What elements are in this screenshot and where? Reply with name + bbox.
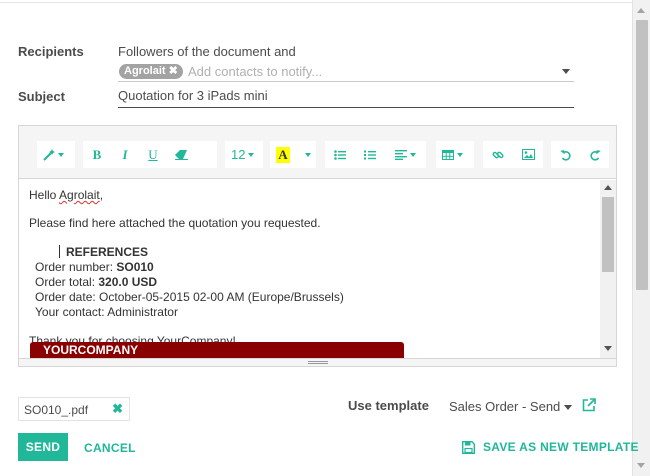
scrollbar-thumb[interactable] (636, 20, 648, 290)
contact-name: Administrator (107, 305, 178, 319)
table-button[interactable] (436, 141, 469, 168)
chevron-down-icon[interactable] (562, 69, 570, 74)
paragraph-align-icon (394, 149, 407, 160)
style-group (36, 140, 76, 169)
send-button[interactable]: SEND (18, 433, 68, 461)
order-date-line: Order date: October-05-2015 02-00 AM (Eu… (35, 290, 589, 305)
greeting-name: Agrolait (59, 188, 100, 202)
text-color-icon: A (276, 146, 290, 163)
intro-line: Please find here attached the quotation … (29, 216, 321, 230)
bold-button[interactable]: B (83, 141, 111, 168)
chevron-down-icon[interactable] (564, 405, 572, 410)
template-select[interactable]: Sales Order - Send (449, 399, 560, 414)
scroll-up-icon[interactable] (604, 185, 612, 190)
recipients-description: Followers of the document and (118, 44, 296, 59)
undo-icon (559, 149, 571, 161)
editor-resize-handle[interactable] (19, 358, 616, 366)
greeting-prefix: Hello (29, 188, 60, 202)
grip-icon (308, 361, 328, 364)
scroll-up-icon[interactable] (637, 8, 645, 13)
undo-button[interactable] (551, 141, 580, 168)
contact-line: Your contact: Administrator (35, 305, 589, 320)
table-icon (442, 149, 454, 160)
font-group: B I U (82, 140, 218, 169)
text-cursor (59, 245, 60, 258)
picture-icon (521, 149, 535, 160)
contact-label: Your contact: (35, 305, 108, 319)
font-size-select[interactable]: 12 (225, 141, 260, 168)
magic-wand-button[interactable] (37, 141, 70, 168)
save-as-template-label: SAVE AS NEW TEMPLATE (483, 440, 639, 454)
magic-wand-icon (43, 148, 55, 161)
font-size-value: 12 (231, 147, 246, 162)
chevron-down-icon (409, 152, 416, 157)
order-number-label: Order number: (35, 260, 117, 274)
color-dropdown[interactable] (296, 141, 316, 168)
paragraph-align-button[interactable] (385, 141, 425, 168)
order-number: SO010 (116, 260, 154, 274)
link-button[interactable] (483, 141, 513, 168)
references-heading: REFERENCES (59, 245, 589, 260)
order-number-line: Order number: SO010 (35, 260, 589, 275)
recipient-tag: Agrolait ✖ (119, 64, 183, 79)
unordered-list-icon (334, 149, 346, 160)
dialog-scrollbar[interactable] (632, 0, 650, 476)
link-icon (492, 151, 504, 158)
subject-label: Subject (18, 89, 65, 104)
html-editor[interactable]: B I U 12 A Hello Agrolait, Please find h… (18, 125, 617, 367)
order-total: 320.0 USD (98, 275, 158, 289)
editor-scrollbar[interactable] (600, 180, 616, 358)
order-date: October-05-2015 02-00 AM (Europe/Brussel… (99, 290, 344, 304)
cancel-button[interactable]: CANCEL (84, 441, 136, 455)
insert-group (482, 140, 544, 169)
chevron-down-icon (457, 152, 463, 157)
subject-input[interactable]: Quotation for 3 iPads mini (118, 88, 574, 108)
attachment-chip[interactable]: SO010_.pdf ✖ (18, 397, 130, 421)
ordered-list-icon (364, 150, 376, 159)
attachment-filename[interactable]: SO010_.pdf (24, 403, 88, 417)
ordered-list-button[interactable] (355, 141, 385, 168)
remove-tag-icon[interactable]: ✖ (169, 65, 178, 77)
dialog-top-border (0, 0, 632, 3)
editor-content[interactable]: Hello Agrolait, Please find here attache… (19, 180, 599, 358)
external-link-icon[interactable] (582, 398, 596, 412)
scroll-down-icon[interactable] (604, 346, 612, 351)
color-group: A (269, 140, 317, 169)
greeting-suffix: , (99, 188, 104, 202)
save-as-template-button[interactable]: SAVE AS NEW TEMPLATE (462, 440, 639, 454)
chevron-down-icon (248, 152, 255, 157)
text-color-button[interactable]: A (270, 141, 296, 168)
recipient-tag-label: Agrolait (124, 65, 166, 77)
greeting-line: Hello Agrolait, (29, 188, 589, 203)
underline-button[interactable]: U (139, 141, 167, 168)
recipients-label: Recipients (18, 44, 84, 59)
eraser-button[interactable] (167, 141, 195, 168)
remove-attachment-icon[interactable]: ✖ (112, 401, 123, 417)
references-title: REFERENCES (66, 245, 149, 259)
italic-button[interactable]: I (111, 141, 139, 168)
chevron-down-icon (304, 152, 311, 157)
company-banner: YOURCOMPANY (30, 342, 404, 358)
font-size-group: 12 (224, 140, 264, 169)
unordered-list-button[interactable] (325, 141, 355, 168)
contacts-input[interactable]: Add contacts to notify... (188, 64, 322, 79)
order-total-label: Order total: (35, 275, 99, 289)
order-total-line: Order total: 320.0 USD (35, 275, 589, 290)
paragraph-group (324, 140, 427, 169)
table-group (435, 140, 475, 169)
redo-button[interactable] (580, 141, 609, 168)
order-date-label: Order date: (35, 290, 100, 304)
scroll-down-icon[interactable] (637, 463, 645, 468)
floppy-disk-icon (462, 440, 475, 454)
chevron-down-icon (58, 152, 64, 157)
editor-scrollbar-thumb[interactable] (602, 197, 614, 272)
redo-icon (589, 149, 601, 161)
use-template-label: Use template (348, 398, 429, 413)
eraser-icon (174, 149, 188, 160)
contacts-field[interactable]: Agrolait ✖ Add contacts to notify... (118, 63, 574, 82)
picture-button[interactable] (513, 141, 543, 168)
history-group (550, 140, 610, 169)
editor-toolbar: B I U 12 A (19, 126, 616, 179)
